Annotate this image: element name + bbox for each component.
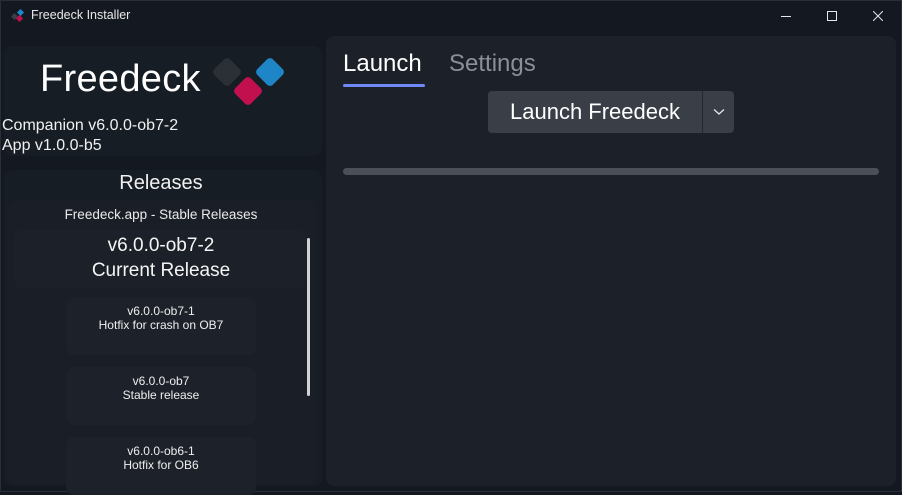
release-description: Hotfix for crash on OB7 xyxy=(98,318,224,332)
release-description: Stable release xyxy=(122,388,200,402)
app-version: App v1.0.0-b5 xyxy=(2,137,102,154)
release-version: v6.0.0-ob6-1 xyxy=(127,444,195,458)
title-bar[interactable]: Freedeck Installer xyxy=(0,0,902,32)
release-version: v6.0.0-ob7-1 xyxy=(127,304,195,318)
minimize-button[interactable] xyxy=(763,0,809,32)
launch-options-dropdown[interactable] xyxy=(702,91,734,133)
close-icon xyxy=(873,11,883,21)
close-button[interactable] xyxy=(855,0,901,32)
brand-title: Freedeck xyxy=(40,58,201,100)
freedeck-logo xyxy=(213,58,284,105)
active-tab-indicator xyxy=(343,84,425,87)
release-item[interactable]: v6.0.0-ob7 Stable release xyxy=(66,367,256,425)
release-description: Hotfix for OB6 xyxy=(123,458,199,472)
chevron-down-icon xyxy=(713,109,724,115)
tab-settings[interactable]: Settings xyxy=(449,50,536,78)
window-title: Freedeck Installer xyxy=(31,8,131,22)
release-item[interactable]: v6.0.0-ob6-1 Hotfix for OB6 xyxy=(66,437,256,495)
release-version: v6.0.0-ob7 xyxy=(132,374,190,388)
current-release-version: v6.0.0-ob7-2 xyxy=(107,235,215,256)
tab-launch[interactable]: Launch xyxy=(343,50,422,78)
launch-freedeck-button[interactable]: Launch Freedeck xyxy=(488,91,702,133)
release-source-title: Freedeck.app - Stable Releases xyxy=(64,207,258,222)
maximize-button[interactable] xyxy=(809,0,855,32)
release-item[interactable]: v6.0.0-ob7-1 Hotfix for crash on OB7 xyxy=(66,297,256,355)
releases-heading: Releases xyxy=(119,172,203,194)
app-icon xyxy=(11,9,25,23)
companion-version: Companion v6.0.0-ob7-2 xyxy=(2,117,179,134)
minimize-icon xyxy=(781,16,791,17)
maximize-icon xyxy=(827,11,837,21)
releases-scrollbar[interactable] xyxy=(307,238,310,396)
launch-progress-bar xyxy=(343,168,879,175)
current-release-label: Current Release xyxy=(91,260,231,281)
